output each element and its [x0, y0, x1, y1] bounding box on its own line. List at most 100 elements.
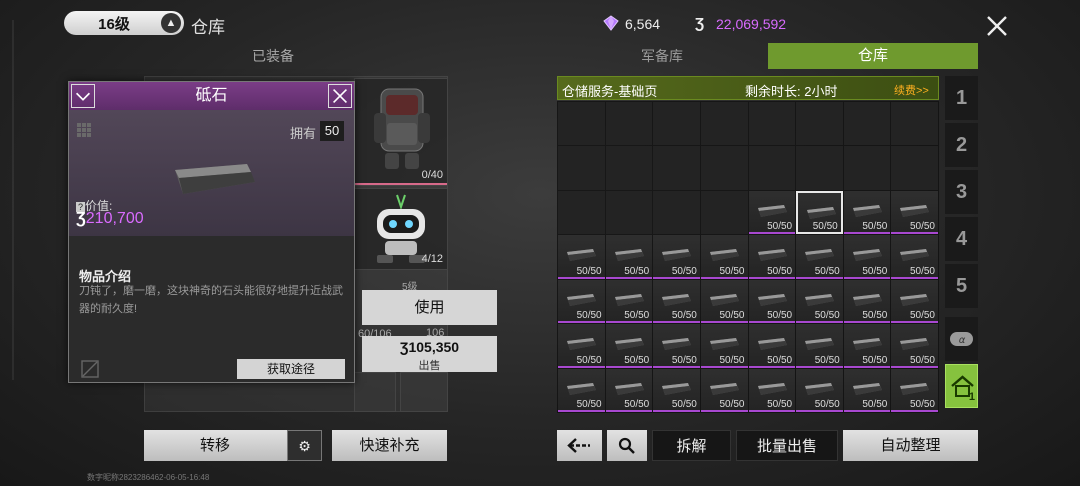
inventory-slot-item[interactable]: 50/50	[891, 368, 938, 412]
gear-icon[interactable]: ⚙	[287, 430, 322, 461]
search-button[interactable]	[607, 430, 647, 461]
inventory-slot-item[interactable]: 50/50	[700, 279, 748, 324]
use-button[interactable]: 使用	[362, 290, 497, 325]
inventory-slot-item[interactable]: 50/50	[700, 235, 748, 279]
transfer-label: 转移	[199, 437, 230, 454]
level-badge[interactable]: 16级 ▲	[64, 11, 184, 35]
inventory-slot-item[interactable]: 50/50	[558, 279, 605, 324]
inventory-slot-empty[interactable]	[843, 102, 891, 146]
tab-armory[interactable]: 军备库	[557, 43, 767, 69]
inventory-slot-empty[interactable]	[605, 102, 653, 146]
collapse-icon[interactable]	[71, 84, 95, 108]
page-tab-1[interactable]: 1	[945, 76, 978, 120]
dismantle-button[interactable]: 拆解	[652, 430, 731, 461]
inventory-slot-item[interactable]: 50/50	[700, 324, 748, 368]
inventory-slot-item[interactable]: 50/50	[558, 324, 605, 368]
inventory-slot-empty[interactable]	[748, 146, 796, 190]
page-tab-2[interactable]: 2	[945, 123, 978, 167]
inventory-slot-item[interactable]: 50/50	[748, 279, 796, 324]
back-button[interactable]	[557, 430, 602, 461]
quick-refill-button[interactable]: 快速补充	[332, 430, 447, 461]
inventory-slot-empty[interactable]	[653, 102, 700, 146]
inventory-slot-item[interactable]: 50/50	[796, 190, 843, 235]
stone-icon	[709, 382, 739, 395]
inventory-slot-item[interactable]: 50/50	[843, 190, 891, 235]
level-text: 16级	[98, 15, 130, 33]
transfer-button[interactable]: 转移 ⚙	[144, 430, 322, 461]
inventory-slot-empty[interactable]	[796, 102, 843, 146]
inventory-slot-item[interactable]: 50/50	[653, 368, 700, 412]
inventory-slot-empty[interactable]	[891, 146, 938, 190]
inventory-slot-empty[interactable]	[653, 190, 700, 235]
inventory-slot-item[interactable]: 50/50	[653, 324, 700, 368]
auto-sort-button[interactable]: 自动整理	[843, 430, 978, 461]
inventory-slot-item[interactable]: 50/50	[748, 235, 796, 279]
footer-info: 数字昵称2823286462-06-05-16:48	[87, 473, 210, 482]
stone-icon	[900, 293, 930, 306]
inventory-slot-empty[interactable]	[558, 190, 605, 235]
inventory-slot-empty[interactable]	[558, 102, 605, 146]
inventory-slot-item[interactable]: 50/50	[796, 235, 843, 279]
bulk-sell-button[interactable]: 批量出售	[736, 430, 838, 461]
acquire-source-button[interactable]: 获取途径	[237, 359, 345, 379]
inventory-slot-empty[interactable]	[700, 102, 748, 146]
inventory-slot-empty[interactable]	[653, 146, 700, 190]
page-tab-home[interactable]: 1	[945, 364, 978, 408]
slot-count: 50/50	[671, 354, 697, 366]
inventory-slot-item[interactable]: 50/50	[605, 279, 653, 324]
inventory-slot-item[interactable]: 50/50	[653, 235, 700, 279]
inventory-slot-item[interactable]: 50/50	[891, 279, 938, 324]
inventory-slot-empty[interactable]	[558, 146, 605, 190]
page-tab-5[interactable]: 5	[945, 264, 978, 308]
slot-count: 50/50	[576, 398, 602, 410]
backpack-slot[interactable]: 0/40	[354, 78, 448, 186]
slot-count: 50/50	[909, 354, 935, 366]
popup-close-icon[interactable]	[328, 84, 352, 108]
tab-equipped[interactable]: 已装备	[100, 44, 446, 68]
sell-price: Ʒ105,350	[362, 339, 497, 355]
inventory-slot-item[interactable]: 50/50	[891, 190, 938, 235]
inventory-slot-item[interactable]: 50/50	[653, 279, 700, 324]
inventory-slot-item[interactable]: 50/50	[843, 324, 891, 368]
inventory-slot-item[interactable]: 50/50	[796, 368, 843, 412]
inventory-slot-item[interactable]: 50/50	[748, 368, 796, 412]
inventory-slot-empty[interactable]	[700, 146, 748, 190]
inventory-slot-item[interactable]: 50/50	[891, 324, 938, 368]
inventory-slot-empty[interactable]	[891, 102, 938, 146]
inventory-slot-empty[interactable]	[796, 146, 843, 190]
page-tab-3[interactable]: 3	[945, 170, 978, 214]
inventory-slot-empty[interactable]	[605, 146, 653, 190]
tab-warehouse[interactable]: 仓库	[768, 43, 978, 69]
inventory-slot-item[interactable]: 50/50	[748, 324, 796, 368]
backpack-icon	[374, 88, 430, 169]
slot-count: 50/50	[814, 265, 840, 277]
robot-slot[interactable]: 4/12	[354, 188, 448, 270]
inventory-slot-item[interactable]: 50/50	[796, 324, 843, 368]
equip-slot-stub[interactable]	[400, 372, 448, 412]
inventory-slot-item[interactable]: 50/50	[748, 190, 796, 235]
inventory-slot-item[interactable]: 50/50	[796, 279, 843, 324]
inventory-slot-item[interactable]: 50/50	[605, 235, 653, 279]
inventory-slot-item[interactable]: 50/50	[843, 235, 891, 279]
special-slot-icon: α	[950, 332, 973, 346]
renew-link[interactable]: 续费>>	[894, 82, 929, 98]
stone-icon	[757, 249, 787, 262]
inventory-slot-item[interactable]: 50/50	[605, 324, 653, 368]
sell-button[interactable]: Ʒ105,350 出售	[362, 336, 497, 372]
inventory-slot-item[interactable]: 50/50	[700, 368, 748, 412]
inventory-slot-item[interactable]: 50/50	[843, 368, 891, 412]
inventory-slot-item[interactable]: 50/50	[605, 368, 653, 412]
slot-count: 50/50	[862, 354, 888, 366]
inventory-slot-item[interactable]: 50/50	[558, 368, 605, 412]
inventory-slot-empty[interactable]	[843, 146, 891, 190]
inventory-slot-empty[interactable]	[700, 190, 748, 235]
equip-slot-stub[interactable]	[354, 372, 396, 412]
page-tab-special[interactable]: α	[945, 317, 978, 361]
inventory-slot-item[interactable]: 50/50	[558, 235, 605, 279]
close-icon[interactable]	[984, 13, 1010, 39]
inventory-slot-empty[interactable]	[605, 190, 653, 235]
inventory-slot-empty[interactable]	[748, 102, 796, 146]
inventory-slot-item[interactable]: 50/50	[843, 279, 891, 324]
page-tab-4[interactable]: 4	[945, 217, 978, 261]
inventory-slot-item[interactable]: 50/50	[891, 235, 938, 279]
